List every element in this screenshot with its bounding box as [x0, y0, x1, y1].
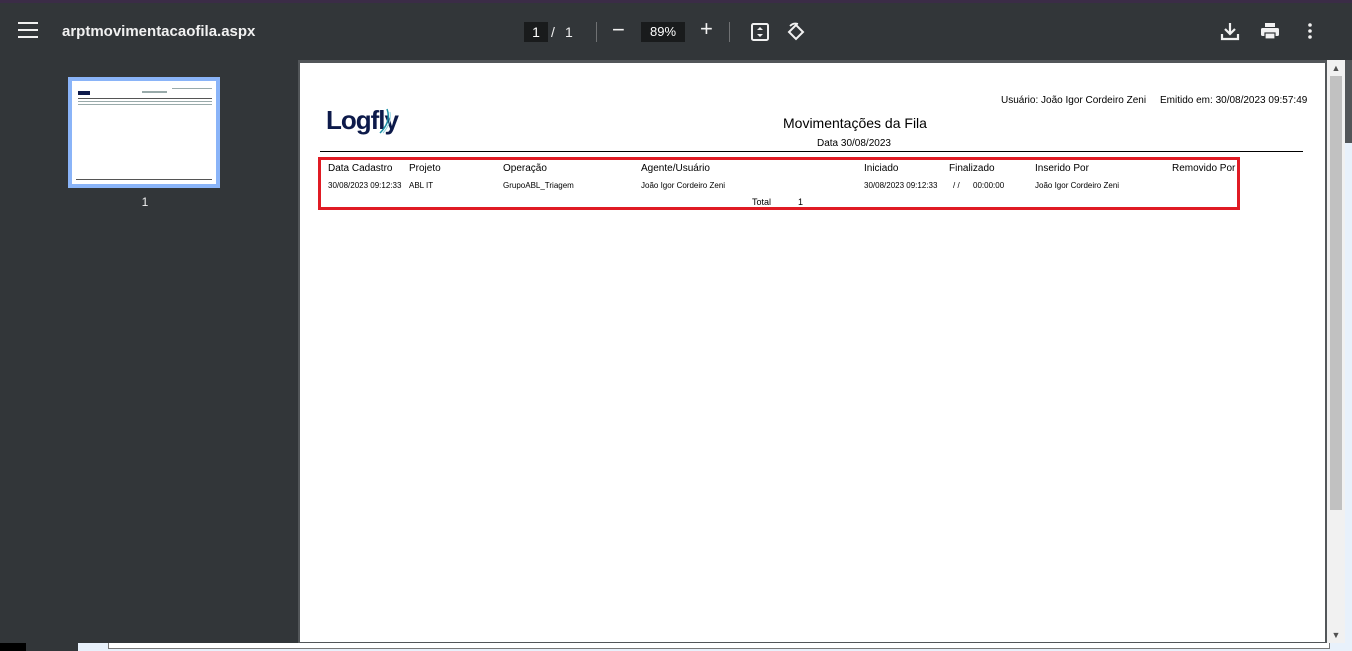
total-pages: 1 [565, 24, 573, 40]
page-thumbnail[interactable] [68, 77, 220, 188]
scroll-thumb[interactable] [1330, 76, 1342, 510]
print-icon[interactable] [1260, 21, 1280, 41]
report-date: Data 30/08/2023 [817, 138, 891, 149]
background-panel-bottom [78, 643, 1352, 651]
scroll-up-icon[interactable]: ▲ [1330, 62, 1342, 74]
fit-to-page-icon[interactable] [750, 22, 770, 42]
current-page-input[interactable]: 1 [524, 22, 548, 42]
report-user: Usuário: João Igor Cordeiro Zeni [1001, 95, 1147, 106]
pdf-toolbar: arptmovimentacaofila.aspx 1 / 1 − 89% + [0, 3, 1352, 60]
toolbar-divider [596, 22, 597, 42]
toolbar-divider [729, 22, 730, 42]
thumbnail-page-preview [72, 81, 216, 184]
background-corner [0, 643, 26, 651]
zoom-in-button[interactable]: + [700, 16, 713, 42]
page-separator: / [551, 24, 555, 40]
report-title: Movimentações da Fila [783, 115, 927, 131]
report-emitted: Emitido em: 30/08/2023 09:57:49 [1160, 95, 1308, 106]
pdf-page: Logfly Usuário: João Igor Cordeiro Zeni … [300, 63, 1325, 642]
scroll-down-icon[interactable]: ▼ [1330, 629, 1342, 641]
rotate-icon[interactable] [786, 22, 806, 42]
logo-swoosh-icon [378, 107, 392, 140]
document-title: arptmovimentacaofila.aspx [62, 23, 256, 40]
thumbnail-page-number: 1 [141, 195, 149, 209]
menu-icon[interactable] [18, 22, 38, 38]
zoom-out-button[interactable]: − [612, 17, 625, 43]
download-icon[interactable] [1220, 21, 1240, 41]
more-options-icon[interactable] [1300, 21, 1320, 41]
header-rule [320, 151, 1303, 152]
zoom-level-input[interactable]: 89% [641, 22, 685, 42]
page-scrollbar[interactable]: ▲ ▼ [1327, 60, 1345, 643]
highlight-box [318, 157, 1240, 210]
